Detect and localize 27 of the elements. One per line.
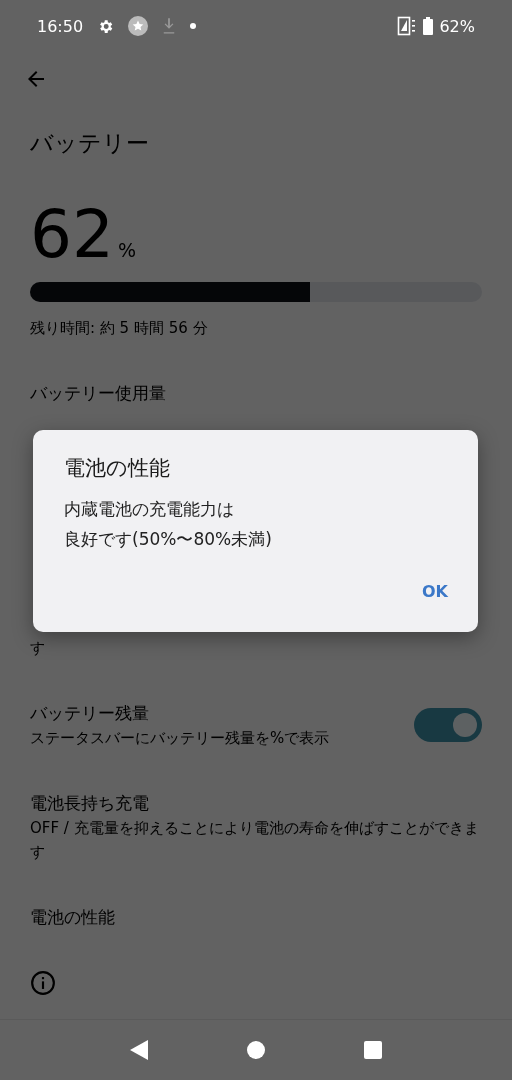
setting-summary: す bbox=[30, 638, 46, 659]
home-circle-icon bbox=[247, 1041, 265, 1059]
battery-icon bbox=[423, 17, 434, 35]
battery-percentage: 62 bbox=[30, 198, 114, 272]
dot-icon bbox=[190, 23, 197, 29]
remaining-time: 残り時間: 約 5 時間 56 分 bbox=[30, 318, 209, 339]
toggle-switch[interactable] bbox=[414, 708, 482, 742]
download-icon bbox=[162, 17, 177, 35]
gear-icon bbox=[97, 17, 115, 35]
setting-title[interactable]: バッテリー使用量 bbox=[30, 380, 480, 406]
setting-title[interactable]: 電池の性能 bbox=[30, 904, 480, 930]
square-icon bbox=[364, 1041, 383, 1059]
phone-vibrate-icon bbox=[397, 16, 418, 36]
percent-sign: % bbox=[118, 239, 137, 261]
clock-time: 16:50 bbox=[37, 16, 84, 36]
dialog-title: 電池の性能 bbox=[64, 455, 171, 482]
info-icon bbox=[30, 970, 56, 996]
setting-title[interactable]: 電池長持ち充電 bbox=[30, 790, 480, 816]
setting-title[interactable]: バッテリー残量 bbox=[30, 700, 330, 726]
back-triangle-icon bbox=[129, 1040, 148, 1060]
setting-summary: OFF / 充電量を抑えることにより電池の寿命を伸ばすことができます bbox=[30, 818, 480, 863]
setting-summary: ステータスバーにバッテリー残量を%で表示 bbox=[30, 728, 330, 749]
battery-percentage: 62% bbox=[439, 16, 475, 36]
star-circle-icon bbox=[128, 16, 149, 36]
ok-button[interactable]: OK bbox=[416, 576, 454, 607]
dialog-message: 内蔵電池の充電能力は 良好です(50%〜80%未満) bbox=[64, 498, 273, 551]
page-title: バッテリー bbox=[30, 129, 150, 158]
